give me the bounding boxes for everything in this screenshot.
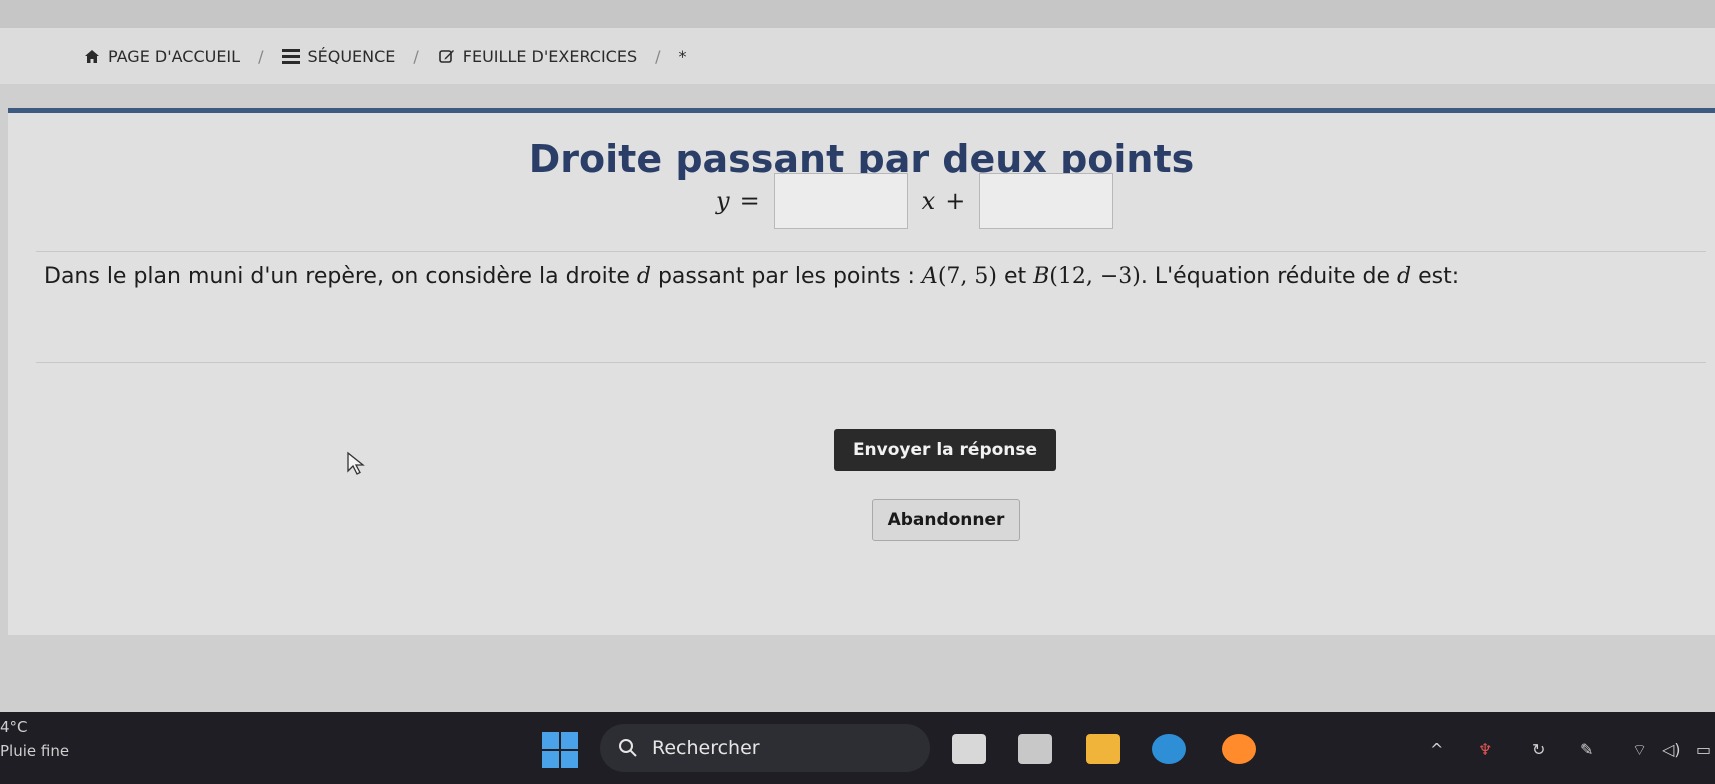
eq-plus: + [945,187,966,215]
question-text-part: passant par les points : [650,264,922,289]
chevron-up-icon[interactable]: ^ [1430,740,1443,759]
home-icon [82,47,102,65]
question-text-part: . L'équation réduite de [1140,264,1397,289]
breadcrumb: PAGE D'ACCUEIL / SÉQUENCE / FEUILLE D'EX… [0,28,1715,84]
eq-y: y [716,187,730,215]
exercise-card: Droite passant par deux points Dans le p… [8,108,1715,635]
point-b-coords: (12, −3) [1049,264,1141,289]
breadcrumb-sequence[interactable]: SÉQUENCE [281,47,395,66]
list-icon [281,47,301,65]
breadcrumb-home[interactable]: PAGE D'ACCUEIL [82,47,240,66]
breadcrumb-home-label: PAGE D'ACCUEIL [108,46,241,66]
file-explorer-icon[interactable] [1086,734,1120,764]
mouse-cursor-icon [347,451,365,475]
breadcrumb-separator: / [413,46,419,66]
taskbar-search[interactable]: Rechercher [600,724,930,772]
question-text-part: Dans le plan muni d'un repère, on consid… [44,264,637,289]
calculator-icon[interactable] [1018,734,1052,764]
battery-icon[interactable]: ▭ [1696,740,1711,759]
point-b-label: B [1033,264,1050,289]
weather-description[interactable]: Pluie fine [0,742,69,760]
equation-row: y = x + [716,173,1127,229]
tray-pen-icon[interactable]: ✎ [1580,740,1593,759]
wifi-icon[interactable]: ⌔ [1632,740,1647,760]
breadcrumb-current: * [678,46,687,66]
question-text-part: est: [1411,264,1460,289]
submit-answer-button[interactable]: Envoyer la réponse [834,429,1056,471]
question-text: Dans le plan muni d'un repère, on consid… [44,264,1459,289]
eq-x: x [921,187,936,215]
point-a-coords: (7, 5) [937,264,997,289]
windows-start-icon[interactable] [542,732,578,768]
breadcrumb-worksheet-label: FEUILLE D'EXERCICES [462,46,638,66]
eq-equals: = [739,187,760,215]
breadcrumb-sequence-label: SÉQUENCE [307,46,396,66]
breadcrumb-separator: / [258,46,264,66]
question-text-part: et [996,264,1034,289]
line-symbol: d [636,264,651,289]
tray-app-icon[interactable]: ♆ [1478,740,1492,759]
breadcrumb-worksheet[interactable]: FEUILLE D'EXERCICES [437,47,637,66]
tray-sync-icon[interactable]: ↻ [1532,740,1545,759]
firefox-icon[interactable] [1222,734,1256,764]
task-view-icon[interactable] [952,734,986,764]
question-block: Dans le plan muni d'un repère, on consid… [36,251,1706,363]
volume-icon[interactable]: ◁) [1662,740,1681,759]
edge-browser-icon[interactable] [1152,734,1186,764]
point-a-label: A [921,264,938,289]
search-icon [619,739,637,757]
breadcrumb-separator: / [655,46,661,66]
edit-icon [437,47,457,65]
browser-top-strip [0,0,1715,28]
abandon-button[interactable]: Abandonner [872,499,1020,541]
search-label: Rechercher [652,737,760,759]
line-symbol: d [1397,264,1412,289]
intercept-input[interactable] [979,173,1114,229]
taskbar: 4°C Pluie fine Rechercher ^ ♆ ↻ ✎ ⌔ ◁) ▭ [0,712,1715,784]
slope-input[interactable] [773,173,908,229]
weather-temperature[interactable]: 4°C [0,718,28,736]
